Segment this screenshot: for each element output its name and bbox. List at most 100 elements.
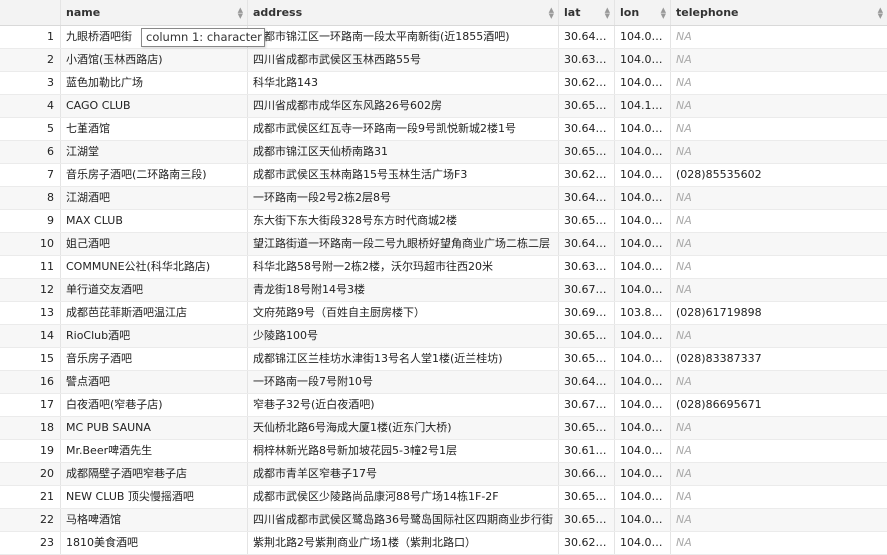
cell-name: COMMUNE公社(科华北路店)	[61, 256, 248, 278]
table-row[interactable]: 17 白夜酒吧(窄巷子店) 窄巷子32号(近白夜酒吧) 30.67009 104.059…	[0, 394, 887, 417]
table-row[interactable]: 19 Mr.Beer啤酒先生 桐梓林新光路8号新加坡花园5-3幢2号1层 30.617…	[0, 440, 887, 463]
cell-address: 成都市武侯区玉林南路15号玉林生活广场F3	[248, 164, 559, 186]
cell-name: Mr.Beer啤酒先生	[61, 440, 248, 462]
table-row[interactable]: 11 COMMUNE公社(科华北路店) 科华北路58号附一2栋2楼，沃尔玛超市往西2…	[0, 256, 887, 279]
cell-name: 单行道交友酒吧	[61, 279, 248, 301]
table-row[interactable]: 13 成都芭芘菲斯酒吧温江店 文府苑路9号（百姓自主厨房楼下） 30.69522 103…	[0, 302, 887, 325]
cell-name: RioClub酒吧	[61, 325, 248, 347]
cell-lat: 30.65576	[559, 417, 615, 439]
table-row[interactable]: 2 小酒馆(玉林西路店) 四川省成都市武侯区玉林西路55号 30.63569 104.0…	[0, 49, 887, 72]
column-header-lon[interactable]: lon ▲ ▼	[615, 0, 671, 25]
cell-lat: 30.65443	[559, 325, 615, 347]
table-row[interactable]: 7 音乐房子酒吧(二环路南三段) 成都市武侯区玉林南路15号玉林生活广场F3 30.6…	[0, 164, 887, 187]
cell-address: 成都市武侯区红瓦寺一环路南一段9号凯悦新城2楼1号	[248, 118, 559, 140]
cell-telephone: NA	[676, 214, 692, 227]
column-header-address[interactable]: address ▲ ▼	[248, 0, 559, 25]
cell-telephone: NA	[676, 283, 692, 296]
cell-lon: 104.0947	[615, 26, 671, 48]
cell-lon: 104.0188	[615, 509, 671, 531]
cell-lat: 30.62902	[559, 72, 615, 94]
cell-telephone: (028)83387337	[676, 352, 762, 365]
cell-telephone: NA	[676, 421, 692, 434]
table-row[interactable]: 9 MAX CLUB 东大街下东大街段328号东方时代商城2楼 30.65435 104…	[0, 210, 887, 233]
table-row[interactable]: 12 单行道交友酒吧 青龙街18号附14号3楼 30.67506 104.0717 NA	[0, 279, 887, 302]
table-row[interactable]: 18 MC PUB SAUNA 天仙桥北路6号海成大厦1楼(近东门大桥) 30.655…	[0, 417, 887, 440]
table-row[interactable]: 23 1810美食酒吧 紫荆北路2号紫荆商业广场1楼（紫荆北路口） 30.62704 1…	[0, 532, 887, 555]
cell-telephone: NA	[676, 260, 692, 273]
table-row[interactable]: 15 音乐房子酒吧 成都锦江区兰桂坊水津街13号名人堂1楼(近兰桂坊) 30.6502…	[0, 348, 887, 371]
cell-name: 1810美食酒吧	[61, 532, 248, 554]
cell-lat: 30.64387	[559, 187, 615, 209]
cell-address: 四川省成都市武侯区鹭岛路36号鹭岛国际社区四期商业步行街	[248, 509, 559, 531]
row-number: 4	[0, 95, 61, 117]
cell-lon: 104.0929	[615, 417, 671, 439]
cell-name: 小酒馆(玉林西路店)	[61, 49, 248, 71]
cell-address: 桐梓林新光路8号新加坡花园5-3幢2号1层	[248, 440, 559, 462]
table-row[interactable]: 4 CAGO CLUB 四川省成都市成华区东风路26号602房 30.65605 104…	[0, 95, 887, 118]
cell-lon: 104.0604	[615, 532, 671, 554]
cell-telephone: NA	[676, 444, 692, 457]
table-body: 1 九眼桥酒吧街 成都市锦江区一环路南一段太平南新街(近1855酒吧) 30.6460…	[0, 26, 887, 555]
cell-name: 七堇酒馆	[61, 118, 248, 140]
table-row[interactable]: 1 九眼桥酒吧街 成都市锦江区一环路南一段太平南新街(近1855酒吧) 30.6460…	[0, 26, 887, 49]
cell-telephone: NA	[676, 76, 692, 89]
table-row[interactable]: 22 马格啤酒馆 四川省成都市武侯区鹭岛路36号鹭岛国际社区四期商业步行街 30.65…	[0, 509, 887, 532]
cell-name: NEW CLUB 顶尖慢摇酒吧	[61, 486, 248, 508]
cell-lon: 103.8418	[615, 302, 671, 324]
cell-telephone: (028)86695671	[676, 398, 762, 411]
cell-address: 成都市青羊区窄巷子17号	[248, 463, 559, 485]
cell-lat: 30.61771	[559, 440, 615, 462]
row-number: 18	[0, 417, 61, 439]
cell-lon: 104.0593	[615, 394, 671, 416]
column-header-name[interactable]: name ▲ ▼	[61, 0, 248, 25]
table-header: name ▲ ▼ address ▲ ▼ lat ▲ ▼ lon ▲ ▼ telephone ▲ ▼	[0, 0, 887, 26]
table-row[interactable]: 5 七堇酒馆 成都市武侯区红瓦寺一环路南一段9号凯悦新城2楼1号 30.64252 10…	[0, 118, 887, 141]
cell-lat: 30.65223	[559, 509, 615, 531]
cell-lon: 104.0912	[615, 348, 671, 370]
table-row[interactable]: 16 譬点酒吧 一环路南一段7号附10号 30.64310 104.0900 NA	[0, 371, 887, 394]
row-number: 2	[0, 49, 61, 71]
cell-lat: 30.64600	[559, 26, 615, 48]
cell-lon: 104.0877	[615, 118, 671, 140]
cell-lon: 104.0900	[615, 371, 671, 393]
column-header-label: telephone	[676, 6, 739, 19]
table-row[interactable]: 14 RioClub酒吧 少陵路100号 30.65443 104.0301 NA	[0, 325, 887, 348]
sort-arrows-icon[interactable]: ▲ ▼	[238, 7, 243, 20]
column-header-label: lon	[620, 6, 640, 19]
cell-lon: 104.0913	[615, 141, 671, 163]
table-row[interactable]: 3 蓝色加勒比广场 科华北路143 30.62902 104.0839 NA	[0, 72, 887, 95]
sort-arrows-icon[interactable]: ▲ ▼	[878, 7, 883, 20]
cell-name: 江湖堂	[61, 141, 248, 163]
table-row[interactable]: 8 江湖酒吧 一环路南一段2号2栋2层8号 30.64387 104.0937 NA	[0, 187, 887, 210]
cell-lon: 104.0643	[615, 164, 671, 186]
cell-lat: 30.63081	[559, 256, 615, 278]
table-row[interactable]: 20 成都隔壁子酒吧窄巷子店 成都市青羊区窄巷子17号 30.66921 104.060…	[0, 463, 887, 486]
row-number: 12	[0, 279, 61, 301]
cell-lat: 30.66921	[559, 463, 615, 485]
cell-name: CAGO CLUB	[61, 95, 248, 117]
cell-lon: 104.0301	[615, 325, 671, 347]
cell-telephone: NA	[676, 122, 692, 135]
cell-address: 四川省成都市成华区东风路26号602房	[248, 95, 559, 117]
cell-name: MC PUB SAUNA	[61, 417, 248, 439]
cell-lat: 30.64252	[559, 118, 615, 140]
table-row[interactable]: 21 NEW CLUB 顶尖慢摇酒吧 成都市武侯区少陵路尚品康河88号广场14栋1F…	[0, 486, 887, 509]
cell-address: 成都市锦江区天仙桥南路31	[248, 141, 559, 163]
sort-arrows-icon[interactable]: ▲ ▼	[605, 7, 610, 20]
column-tooltip: column 1: character	[141, 28, 265, 47]
column-header-label: name	[66, 6, 101, 19]
column-header-lat[interactable]: lat ▲ ▼	[559, 0, 615, 25]
sort-arrows-icon[interactable]: ▲ ▼	[661, 7, 666, 20]
table-row[interactable]: 10 姐己酒吧 望江路街道一环路南一段二号九眼桥好望角商业广场二栋二层 30.6437…	[0, 233, 887, 256]
row-number: 10	[0, 233, 61, 255]
cell-telephone: NA	[676, 237, 692, 250]
column-header-telephone[interactable]: telephone ▲ ▼	[671, 0, 887, 25]
cell-telephone: NA	[676, 536, 692, 549]
cell-name: 马格啤酒馆	[61, 509, 248, 531]
sort-arrows-icon[interactable]: ▲ ▼	[549, 7, 554, 20]
cell-telephone: NA	[676, 53, 692, 66]
table-row[interactable]: 6 江湖堂 成都市锦江区天仙桥南路31 30.65386 104.0913 NA	[0, 141, 887, 164]
cell-address: 科华北路58号附一2栋2楼，沃尔玛超市往西20米	[248, 256, 559, 278]
cell-lon: 104.0605	[615, 463, 671, 485]
cell-telephone: NA	[676, 490, 692, 503]
